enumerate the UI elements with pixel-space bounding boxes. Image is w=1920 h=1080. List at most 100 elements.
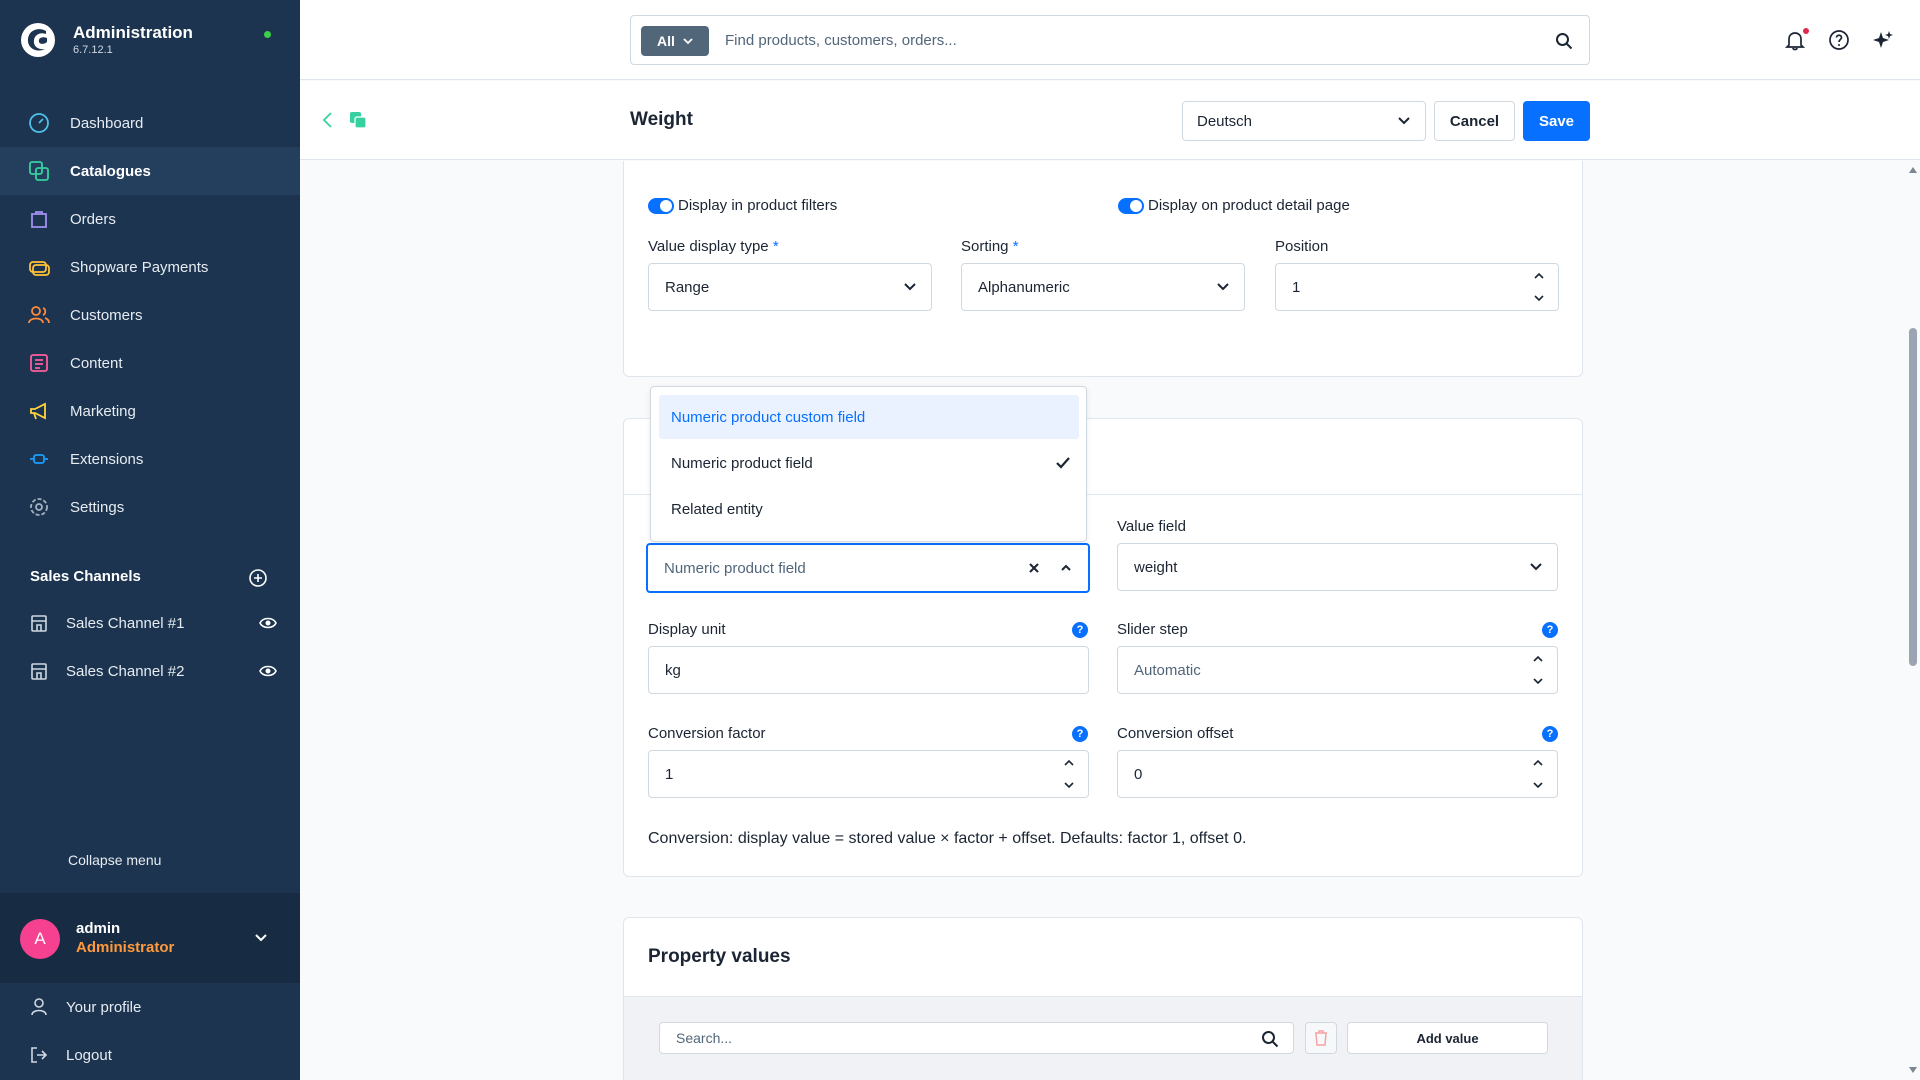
number-stepper[interactable]	[1532, 270, 1546, 304]
help-icon[interactable]: ?	[1072, 726, 1088, 742]
chevron-up-icon[interactable]	[1060, 562, 1072, 574]
global-search[interactable]: All Find products, customers, orders...	[630, 15, 1590, 65]
search-icon[interactable]	[1555, 32, 1573, 50]
conversion-factor-input[interactable]: 1	[648, 750, 1089, 798]
delete-button[interactable]	[1305, 1022, 1337, 1054]
number-stepper[interactable]	[1531, 653, 1545, 687]
chevron-up-icon[interactable]	[1532, 270, 1546, 282]
toggle-display-in-filters[interactable]: Display in product filters	[648, 197, 837, 214]
logout-icon	[28, 1044, 50, 1066]
help-icon[interactable]: ?	[1072, 622, 1088, 638]
logout-label: Logout	[66, 1046, 112, 1064]
sidebar: Administration 6.7.12.1 Dashboard Catalo…	[0, 0, 300, 1080]
main-nav: Dashboard Catalogues Orders Shopware Pay…	[0, 99, 300, 531]
select-value: Numeric product field	[664, 559, 806, 577]
sorting-select[interactable]: Alphanumeric	[961, 263, 1245, 311]
chevron-down-icon	[904, 283, 916, 291]
property-values-card: Property values Search... Add value	[623, 917, 1583, 1080]
slider-step-label: Slider step	[1117, 621, 1188, 638]
add-value-button[interactable]: Add value	[1347, 1022, 1548, 1054]
toggle-switch[interactable]	[1118, 197, 1144, 214]
property-values-title: Property values	[648, 946, 791, 967]
conversion-factor-label: Conversion factor	[648, 725, 766, 742]
help-icon[interactable]: ?	[1542, 726, 1558, 742]
position-label: Position	[1275, 238, 1329, 255]
nav-item-dashboard[interactable]: Dashboard	[0, 99, 300, 147]
orders-icon	[28, 208, 50, 230]
user-menu[interactable]: A admin Administrator	[0, 893, 300, 983]
add-sales-channel-icon[interactable]	[248, 568, 268, 588]
chevron-down-icon[interactable]	[1062, 779, 1076, 791]
chevron-down-icon[interactable]	[254, 931, 268, 945]
cancel-button[interactable]: Cancel	[1434, 101, 1515, 141]
nav-item-catalogues[interactable]: Catalogues	[0, 147, 300, 195]
page-scrollbar[interactable]	[1906, 161, 1920, 1080]
scroll-thumb[interactable]	[1909, 328, 1917, 666]
help-icon[interactable]: ?	[1542, 622, 1558, 638]
display-unit-label: Display unit	[648, 621, 726, 638]
sparkle-icon[interactable]	[1872, 29, 1894, 51]
position-input[interactable]: 1	[1275, 263, 1559, 311]
source-type-select[interactable]: Numeric product field	[646, 543, 1090, 593]
your-profile-link[interactable]: Your profile	[28, 995, 141, 1019]
eye-icon[interactable]	[258, 613, 278, 633]
settings-icon	[28, 496, 50, 518]
notification-badge	[1803, 28, 1809, 34]
dropdown-option[interactable]: Numeric product custom field	[659, 395, 1079, 439]
language-select[interactable]: Deutsch	[1182, 101, 1426, 141]
search-input[interactable]: Find products, customers, orders...	[725, 32, 957, 49]
search-scope-select[interactable]: All	[641, 26, 709, 56]
brand[interactable]: Administration 6.7.12.1	[20, 22, 193, 58]
catalogues-icon	[350, 112, 367, 129]
top-bar: All Find products, customers, orders...	[300, 0, 1920, 80]
nav-item-customers[interactable]: Customers	[0, 291, 300, 339]
display-unit-input[interactable]: kg	[648, 646, 1089, 694]
toggle-switch[interactable]	[648, 197, 674, 214]
help-icon[interactable]	[1828, 29, 1850, 51]
save-button[interactable]: Save	[1523, 101, 1590, 141]
nav-item-marketing[interactable]: Marketing	[0, 387, 300, 435]
dropdown-option[interactable]: Related entity	[659, 487, 1079, 531]
number-stepper[interactable]	[1062, 757, 1076, 791]
input-value: 0	[1134, 765, 1143, 783]
search-icon[interactable]	[1261, 1030, 1279, 1048]
option-label: Related entity	[671, 500, 763, 518]
property-values-toolbar: Search... Add value	[624, 996, 1582, 1080]
chevron-up-icon[interactable]	[1531, 653, 1545, 665]
scroll-down-arrow[interactable]	[1909, 1067, 1917, 1073]
toggle-display-on-detail[interactable]: Display on product detail page	[1118, 197, 1350, 214]
sales-channel-item-2[interactable]: Sales Channel #2	[28, 659, 278, 683]
number-stepper[interactable]	[1531, 757, 1545, 791]
slider-step-input[interactable]: Automatic	[1117, 646, 1558, 694]
user-role: Administrator	[76, 939, 175, 956]
toggle-label: Display in product filters	[678, 197, 838, 214]
logout-link[interactable]: Logout	[28, 1043, 112, 1067]
dropdown-option[interactable]: Numeric product field	[659, 441, 1079, 485]
nav-label-orders: Orders	[70, 210, 116, 228]
nav-item-extensions[interactable]: Extensions	[0, 435, 300, 483]
clear-icon[interactable]	[1028, 562, 1040, 574]
chevron-left-icon[interactable]	[318, 110, 338, 130]
property-values-search-input[interactable]: Search...	[659, 1022, 1294, 1054]
brand-version: 6.7.12.1	[73, 44, 113, 56]
nav-item-shopware-payments[interactable]: Shopware Payments	[0, 243, 300, 291]
eye-icon[interactable]	[258, 661, 278, 681]
nav-item-content[interactable]: Content	[0, 339, 300, 387]
value-field-select[interactable]: weight	[1117, 543, 1558, 591]
page-title: Weight	[630, 109, 693, 130]
display-settings-card: Display in product filters Display on pr…	[623, 161, 1583, 377]
conversion-offset-input[interactable]: 0	[1117, 750, 1558, 798]
sales-channel-item-1[interactable]: Sales Channel #1	[28, 611, 278, 635]
chevron-down-icon[interactable]	[1531, 675, 1545, 687]
scroll-up-arrow[interactable]	[1909, 167, 1917, 173]
nav-item-orders[interactable]: Orders	[0, 195, 300, 243]
value-display-type-select[interactable]: Range	[648, 263, 932, 311]
nav-item-settings[interactable]: Settings	[0, 483, 300, 531]
chevron-down-icon[interactable]	[1532, 292, 1546, 304]
chevron-down-icon[interactable]	[1531, 779, 1545, 791]
sales-channels-title: Sales Channels	[30, 568, 141, 585]
chevron-up-icon[interactable]	[1531, 757, 1545, 769]
chevron-up-icon[interactable]	[1062, 757, 1076, 769]
dashboard-icon	[28, 112, 50, 134]
collapse-menu-button[interactable]: Collapse menu	[68, 852, 161, 868]
